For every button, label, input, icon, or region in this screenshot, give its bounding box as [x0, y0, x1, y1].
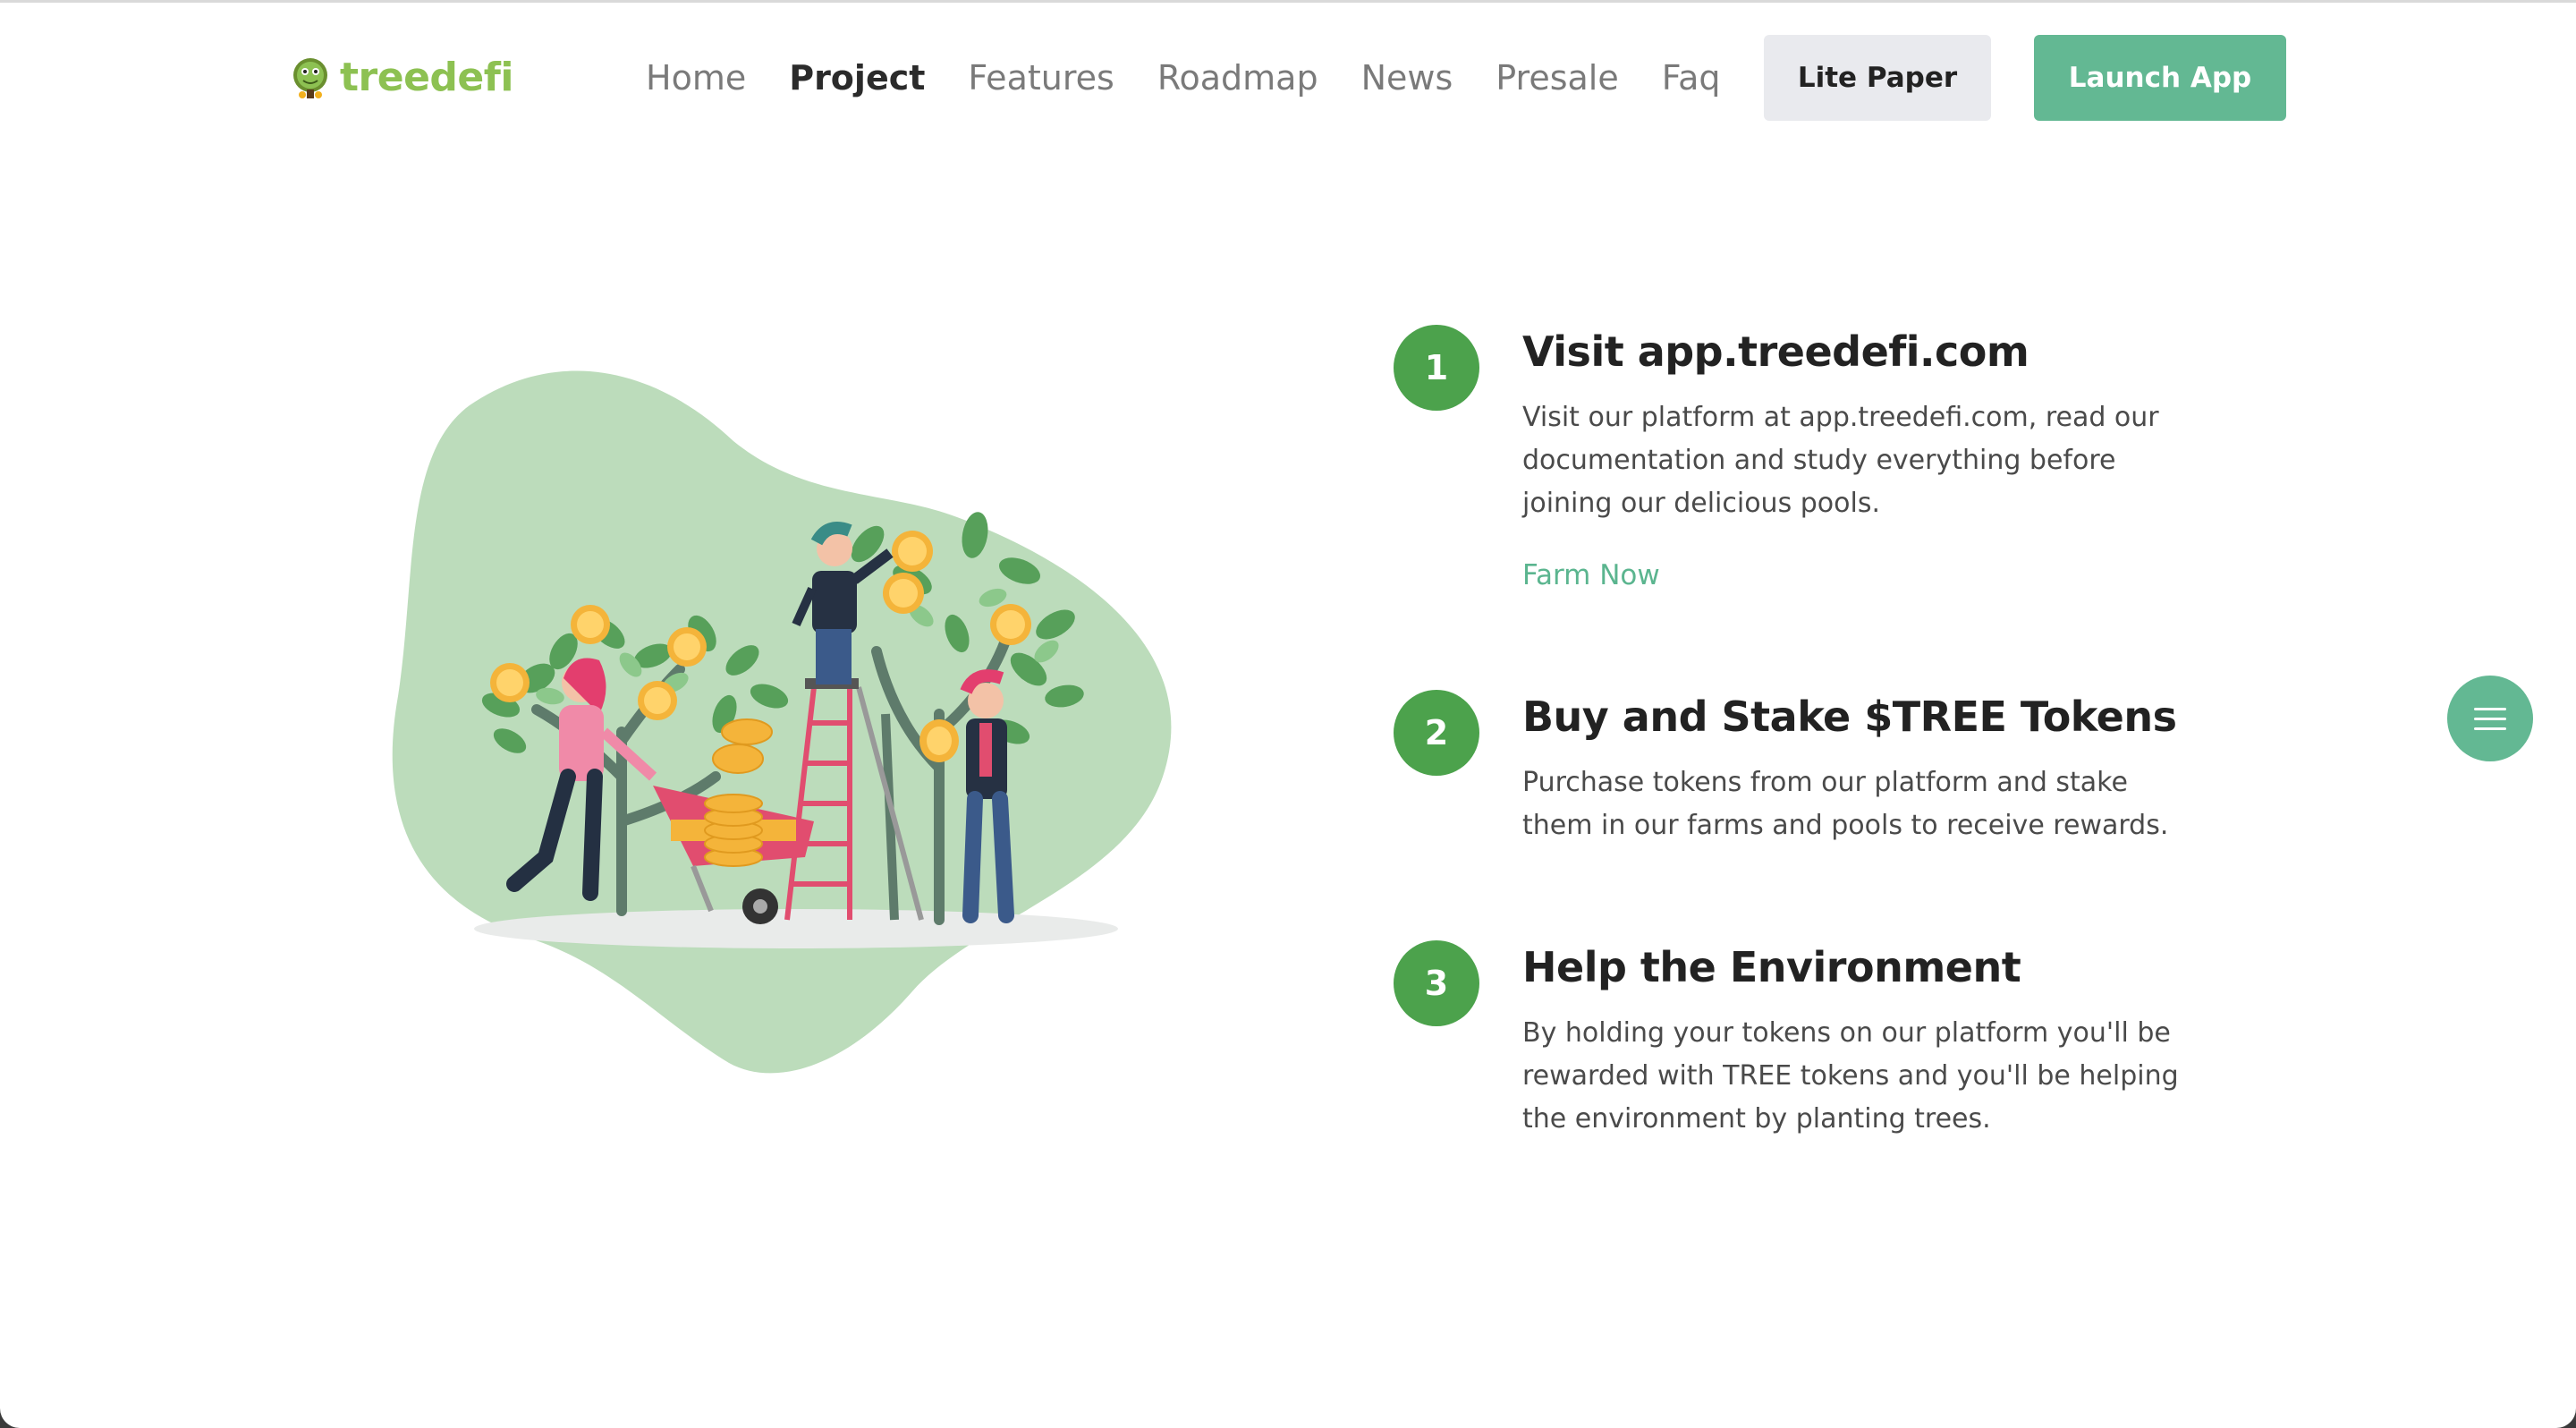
- nav-news[interactable]: News: [1361, 53, 1453, 103]
- nav-presale[interactable]: Presale: [1496, 53, 1618, 103]
- lite-paper-button[interactable]: Lite Paper: [1764, 35, 1991, 121]
- step-description: Visit our platform at app.treedefi.com, …: [1522, 402, 2159, 519]
- main-nav: Home Project Features Roadmap News Presa…: [646, 53, 1721, 103]
- step-3: 3 Help the Environment By holding your t…: [1394, 940, 2199, 1146]
- nav-features[interactable]: Features: [968, 53, 1114, 103]
- step-content: Help the Environment By holding your tok…: [1522, 940, 2184, 1141]
- step-number-badge: 2: [1394, 690, 1479, 776]
- nav-home[interactable]: Home: [646, 53, 746, 103]
- step-content: Buy and Stake $TREE Tokens Purchase toke…: [1522, 690, 2184, 847]
- menu-icon: [2474, 704, 2506, 734]
- launch-app-button[interactable]: Launch App: [2034, 35, 2286, 121]
- step-title: Visit app.treedefi.com: [1522, 327, 2029, 376]
- nav-project[interactable]: Project: [789, 53, 925, 103]
- page: treedefi Home Project Features Roadmap N…: [0, 0, 2576, 1428]
- step-content: Visit app.treedefi.com Visit our platfor…: [1522, 325, 2184, 591]
- step-description: By holding your tokens on our platform y…: [1522, 1017, 2179, 1135]
- background-blob: [392, 370, 1172, 1074]
- step-number-badge: 1: [1394, 325, 1479, 411]
- ground-shadow: [474, 909, 1118, 948]
- nav-faq[interactable]: Faq: [1662, 53, 1721, 103]
- floating-menu-button[interactable]: [2447, 676, 2533, 761]
- step-description: Purchase tokens from our platform and st…: [1522, 767, 2169, 841]
- farm-now-link[interactable]: Farm Now: [1522, 559, 1660, 591]
- step-2: 2 Buy and Stake $TREE Tokens Purchase to…: [1394, 690, 2199, 851]
- nav-roadmap[interactable]: Roadmap: [1157, 53, 1318, 103]
- brand-name: treedefi: [340, 55, 513, 100]
- money-tree-illustration: [392, 370, 1172, 1074]
- step-1: 1 Visit app.treedefi.com Visit our platf…: [1394, 325, 2199, 591]
- brand-logo[interactable]: treedefi: [290, 53, 513, 103]
- step-title: Help the Environment: [1522, 943, 2021, 991]
- step-title: Buy and Stake $TREE Tokens: [1522, 693, 2177, 741]
- step-number-badge: 3: [1394, 940, 1479, 1026]
- treedefi-logo-icon: [293, 58, 327, 98]
